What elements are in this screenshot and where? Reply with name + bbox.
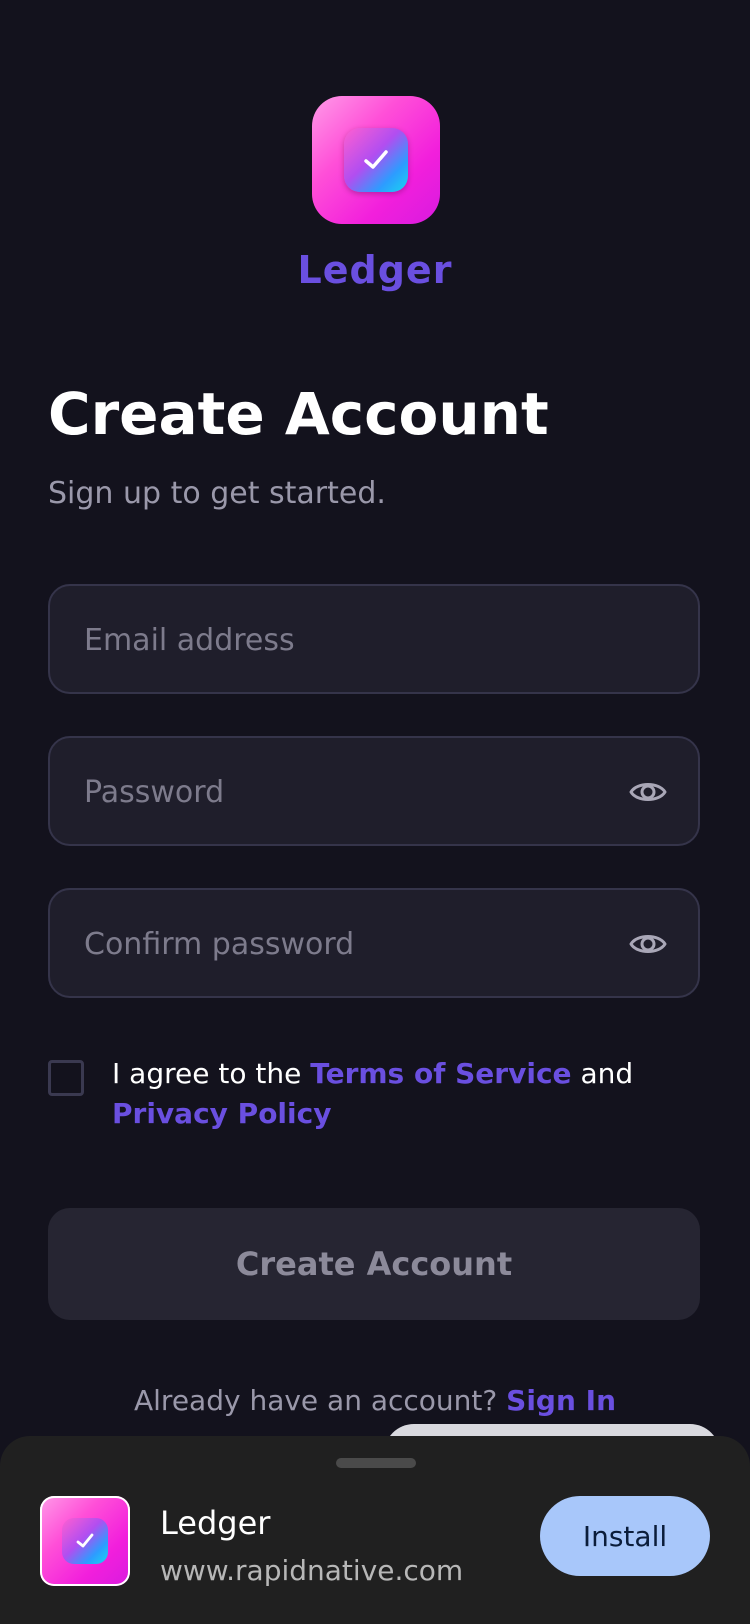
page-title: Create Account <box>48 380 549 448</box>
terms-middle: and <box>571 1057 634 1090</box>
app-icon <box>40 1496 130 1586</box>
password-field[interactable] <box>82 738 606 846</box>
eye-icon[interactable] <box>628 924 668 964</box>
create-account-button[interactable]: Create Account <box>48 1208 700 1320</box>
terms-prefix: I agree to the <box>112 1057 311 1090</box>
drag-handle[interactable] <box>336 1458 416 1468</box>
checkmark-icon <box>76 1533 94 1548</box>
signin-prompt: Already have an account? Sign In <box>0 1384 750 1417</box>
terms-agreement-text: I agree to the Terms of Service and Priv… <box>112 1054 750 1134</box>
brand-name: Ledger <box>297 248 453 292</box>
terms-of-service-link[interactable]: Terms of Service <box>310 1057 571 1090</box>
checkmark-icon <box>364 150 388 169</box>
email-field[interactable] <box>82 586 606 694</box>
confirm-password-field-container <box>48 888 700 998</box>
signup-screen: Ledger Create Account Sign up to get sta… <box>0 0 750 1624</box>
install-bottom-sheet: Ledger www.rapidnative.com Install <box>0 1436 750 1624</box>
install-app-url: www.rapidnative.com <box>160 1554 464 1587</box>
password-field-container <box>48 736 700 846</box>
signin-prompt-text: Already have an account? <box>133 1384 507 1417</box>
sign-in-link[interactable]: Sign In <box>506 1384 616 1417</box>
privacy-policy-link[interactable]: Privacy Policy <box>112 1097 331 1130</box>
app-icon-inner <box>62 1518 108 1564</box>
confirm-password-field[interactable] <box>82 890 606 998</box>
install-app-name: Ledger <box>160 1504 271 1542</box>
terms-checkbox[interactable] <box>48 1060 84 1096</box>
app-logo <box>312 96 440 224</box>
eye-icon[interactable] <box>628 772 668 812</box>
app-logo-inner <box>344 128 408 192</box>
email-field-container <box>48 584 700 694</box>
install-button[interactable]: Install <box>540 1496 710 1576</box>
page-subtitle: Sign up to get started. <box>48 476 386 511</box>
